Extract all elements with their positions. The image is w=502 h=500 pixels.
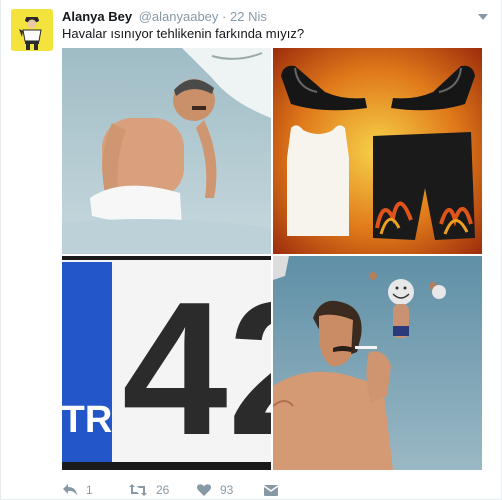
troll-face-icon: [388, 279, 414, 305]
like-count: 93: [220, 483, 234, 497]
plate-number: 42: [122, 263, 271, 470]
tweet-text: Havalar ısınıyor tehlikenin farkında mıy…: [62, 26, 305, 41]
user-handle[interactable]: @alanyaabey: [139, 9, 219, 24]
license-plate[interactable]: TR 42: [62, 256, 271, 470]
plate-country-code: TR: [62, 399, 112, 441]
tweet-date[interactable]: 22 Nis: [230, 9, 267, 24]
chevron-down-icon[interactable]: [473, 9, 493, 25]
tweet-card[interactable]: Alanya Bey @alanyaabey · 22 Nis Havalar …: [0, 0, 502, 500]
photo-outfit[interactable]: [273, 48, 482, 254]
reply-count: 1: [86, 483, 93, 497]
envelope-icon: [263, 484, 279, 497]
display-name[interactable]: Alanya Bey: [62, 9, 132, 24]
retweet-button[interactable]: 26: [128, 480, 169, 500]
direct-message-button[interactable]: [263, 480, 279, 500]
tweet-header: Alanya Bey @alanyaabey · 22 Nis: [62, 9, 267, 25]
reply-icon: [62, 483, 78, 497]
like-button[interactable]: 93: [196, 480, 233, 500]
avatar[interactable]: [11, 9, 53, 51]
photo-smoking-man[interactable]: [273, 256, 482, 470]
separator: ·: [222, 9, 227, 24]
reply-button[interactable]: 1: [62, 480, 93, 500]
retweet-icon: [128, 483, 148, 497]
photo-man-in-sea[interactable]: [62, 48, 271, 254]
heart-icon: [196, 483, 212, 497]
media-grid[interactable]: TR 42: [62, 48, 482, 470]
retweet-count: 26: [156, 483, 170, 497]
